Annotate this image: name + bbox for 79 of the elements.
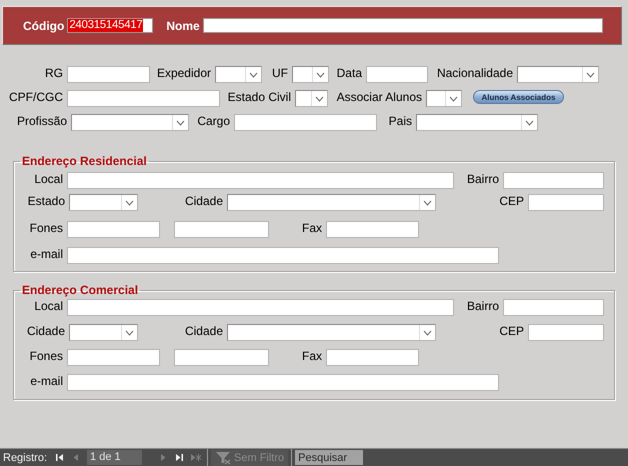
field-label: Estado <box>26 194 66 209</box>
field-label: Estado Civil <box>226 90 292 105</box>
chevron-down-icon <box>423 330 432 336</box>
field-label: Fones <box>28 221 64 236</box>
field-label: CPF/CGC <box>8 90 64 105</box>
field-label: Profissão <box>16 114 68 129</box>
chevron-down-icon <box>586 72 595 78</box>
field-label: Nacionalidade <box>436 66 514 81</box>
dropdown-field[interactable] <box>71 114 189 131</box>
section-title: Endereço Residencial <box>21 154 148 168</box>
field-label: Expedidor <box>156 66 212 81</box>
text-field[interactable] <box>67 349 160 366</box>
text-field[interactable] <box>234 114 377 131</box>
dropdown-field[interactable] <box>292 66 329 83</box>
record-label: Registro: <box>3 452 48 464</box>
field-label: Pais <box>388 114 413 129</box>
text-field[interactable] <box>67 90 220 107</box>
text-field[interactable] <box>67 374 499 391</box>
field-label: Cidade <box>26 324 66 339</box>
chevron-down-icon <box>316 72 325 78</box>
dropdown-field[interactable] <box>517 66 599 83</box>
text-field[interactable] <box>67 299 454 316</box>
record-position-field[interactable]: 1 de 1 <box>87 450 142 465</box>
field-label: CEP <box>498 194 525 209</box>
associated-students-button[interactable]: Alunos Associados <box>473 90 564 104</box>
text-field[interactable] <box>528 324 604 341</box>
new-record-icon <box>190 452 202 463</box>
dropdown-field[interactable] <box>295 90 328 107</box>
text-field[interactable] <box>67 247 499 264</box>
text-field[interactable] <box>67 66 150 83</box>
field-label: Nome <box>166 18 200 32</box>
text-field[interactable] <box>503 172 604 189</box>
field-label: Fax <box>300 349 323 364</box>
chevron-down-icon <box>315 96 324 102</box>
search-field[interactable]: Pesquisar <box>295 450 364 465</box>
field-label: Bairro <box>466 172 500 187</box>
field-label: Local <box>33 299 64 314</box>
field-label: RG <box>44 66 64 81</box>
text-field[interactable] <box>67 221 160 238</box>
chevron-down-icon <box>449 96 458 102</box>
field-label: Código <box>23 18 64 32</box>
field-label: Cidade <box>184 324 224 339</box>
text-field[interactable] <box>366 66 428 83</box>
text-field[interactable] <box>326 221 419 238</box>
dropdown-field[interactable] <box>69 324 138 341</box>
field-label: Cidade <box>184 194 224 209</box>
chevron-down-icon <box>525 120 534 126</box>
dropdown-field[interactable] <box>426 90 462 107</box>
chevron-down-icon <box>125 200 134 206</box>
funnel-icon <box>215 450 232 464</box>
dropdown-field[interactable] <box>69 194 138 211</box>
chevron-down-icon <box>176 120 185 126</box>
field-label: Bairro <box>466 299 500 314</box>
field-label: Local <box>33 172 64 187</box>
field-label: Cargo <box>196 114 231 129</box>
field-label: CEP <box>498 324 525 339</box>
text-field[interactable] <box>67 172 454 189</box>
input-field[interactable]: 240315145417 <box>67 18 154 33</box>
chevron-down-icon <box>125 330 134 336</box>
chevron-down-icon <box>249 72 258 78</box>
field-label: e-mail <box>29 247 64 262</box>
text-field[interactable] <box>503 299 604 316</box>
text-field[interactable] <box>528 194 604 211</box>
field-label: Fones <box>28 349 64 364</box>
field-label: e-mail <box>29 374 64 389</box>
text-field[interactable] <box>174 221 269 238</box>
text-field[interactable] <box>174 349 269 366</box>
dropdown-field[interactable] <box>227 194 436 211</box>
dropdown-field[interactable] <box>215 66 262 83</box>
chevron-down-icon <box>423 200 432 206</box>
input-field[interactable] <box>202 18 603 33</box>
field-label: Data <box>336 66 363 81</box>
dropdown-field[interactable] <box>416 114 538 131</box>
text-field[interactable] <box>326 349 419 366</box>
dropdown-field[interactable] <box>227 324 436 341</box>
section-title: Endereço Comercial <box>21 283 140 297</box>
field-label: Fax <box>300 221 323 236</box>
field-label: Associar Alunos <box>336 90 423 105</box>
field-label: UF <box>271 66 289 81</box>
